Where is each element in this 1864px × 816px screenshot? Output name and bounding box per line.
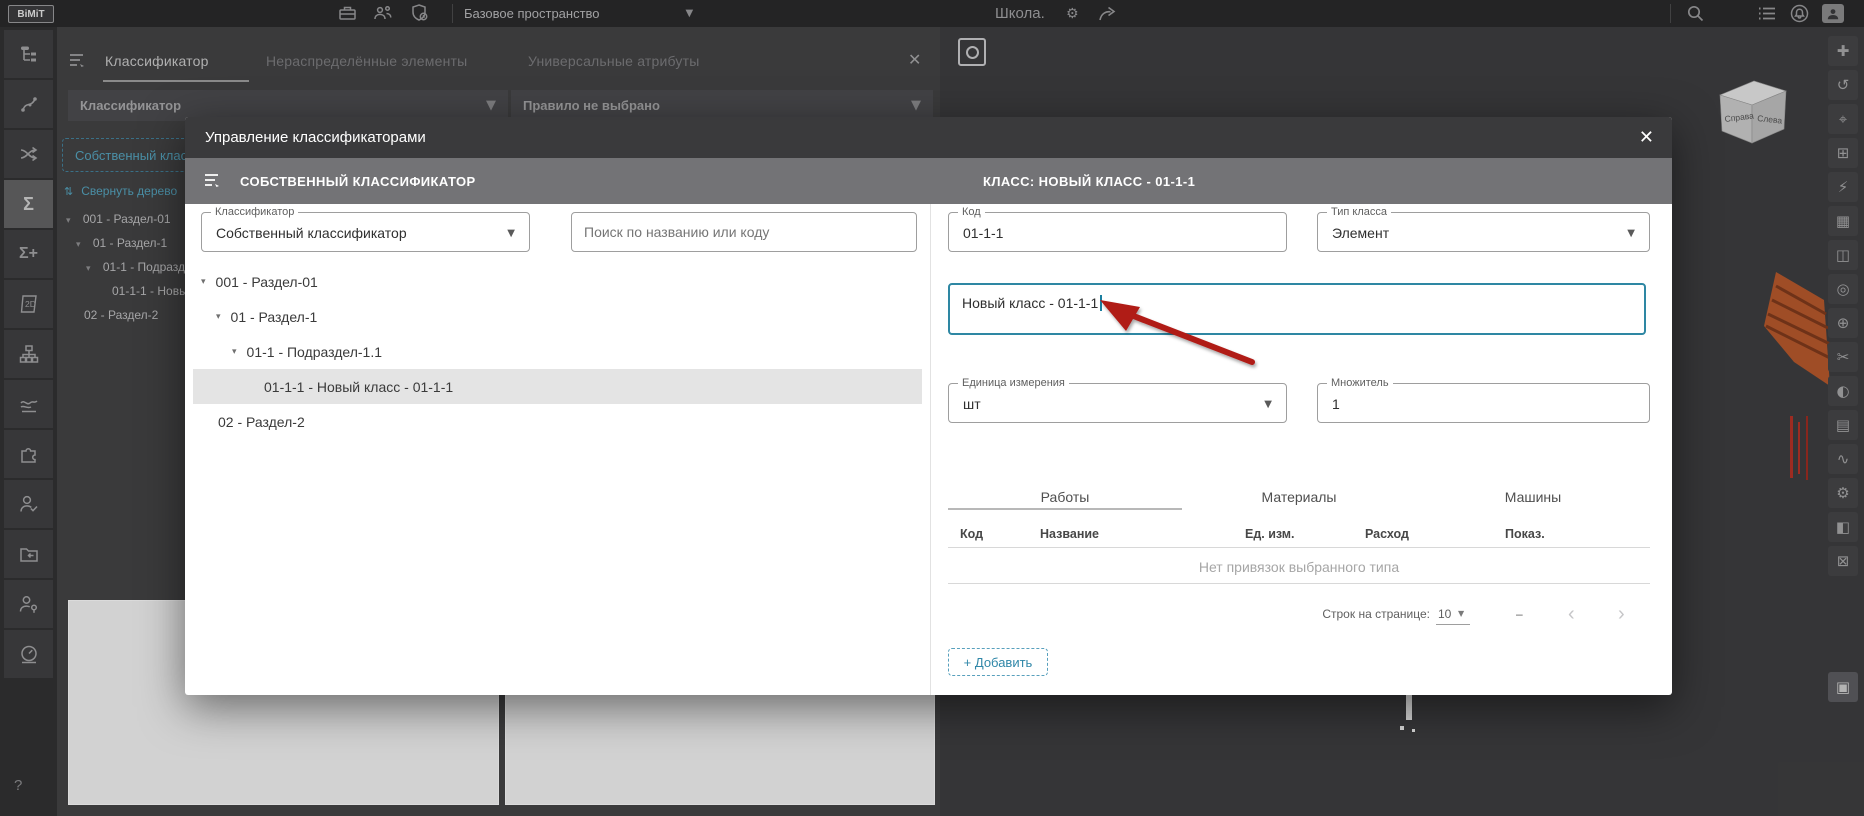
left-section-header: СОБСТВЕННЫЙ КЛАССИФИКАТОР — [240, 174, 476, 189]
rows-per-page-label: Строк на странице: — [1322, 607, 1430, 621]
class-name-value: Новый класс - 01-1-1 — [962, 295, 1099, 311]
modal-tree-item[interactable]: ▾ 01-1 - Подраздел-1.1 — [232, 334, 382, 369]
code-field-label: Код — [958, 206, 985, 219]
class-type-label: Тип класса — [1327, 206, 1391, 219]
tab-machines[interactable]: Машины — [1416, 489, 1650, 505]
modal-tree-item-selected[interactable]: 01-1-1 - Новый класс - 01-1-1 — [193, 369, 922, 404]
column-divider — [930, 204, 931, 695]
tab-works[interactable]: Работы — [948, 489, 1182, 505]
app-window: BiMiT Базовое пространство ▼ Школа. ⚙ Σ … — [0, 0, 1864, 816]
modal-subheader: СОБСТВЕННЫЙ КЛАССИФИКАТОР КЛАСС: НОВЫЙ К… — [185, 158, 1672, 204]
col-header-name: Название — [1040, 527, 1100, 541]
multiplier-field[interactable]: Множитель 1 — [1317, 377, 1650, 423]
prev-page-button[interactable]: ‹ — [1568, 604, 1575, 624]
tree-expand-icon[interactable]: ▾ — [201, 277, 206, 287]
tree-item-label: 01 - Раздел-1 — [230, 308, 318, 325]
empty-state-text: Нет привязок выбранного типа — [1198, 559, 1400, 575]
classifier-select[interactable]: Классификатор Собственный классификатор … — [201, 206, 530, 252]
chevron-down-icon: ▼ — [507, 228, 515, 239]
classifier-select-label: Классификатор — [211, 206, 299, 219]
classifier-select-value: Собственный классификатор — [216, 225, 407, 241]
class-section-header: КЛАСС: НОВЫЙ КЛАСС - 01-1-1 — [983, 174, 1196, 189]
tab-materials[interactable]: Материалы — [1182, 489, 1416, 505]
tree-item-label: 01-1-1 - Новый класс - 01-1-1 — [264, 378, 454, 395]
col-header-consumption: Расход — [1365, 527, 1409, 541]
search-input[interactable] — [571, 212, 917, 252]
modal-close-icon[interactable]: ✕ — [1639, 127, 1654, 148]
class-type-value: Элемент — [1332, 225, 1390, 241]
tree-item-label: 02 - Раздел-2 — [218, 413, 305, 430]
tree-expand-icon[interactable]: ▾ — [232, 347, 237, 357]
modal-title: Управление классификаторами — [205, 129, 426, 146]
table-header-divider — [948, 547, 1650, 548]
col-header-code: Код — [960, 527, 984, 541]
add-binding-button[interactable]: + Добавить — [948, 648, 1048, 676]
multiplier-value: 1 — [1332, 396, 1340, 412]
rows-select-underline — [1436, 624, 1470, 625]
chevron-down-icon[interactable]: ▼ — [1458, 609, 1464, 618]
col-header-unit: Ед. изм. — [1245, 527, 1295, 541]
class-type-select[interactable]: Тип класса Элемент ▼ — [1317, 206, 1650, 252]
multiplier-label: Множитель — [1327, 377, 1393, 390]
table-bottom-divider — [948, 583, 1650, 584]
modal-menu-icon[interactable] — [203, 172, 223, 195]
tree-item-label: 001 - Раздел-01 — [215, 273, 318, 290]
next-page-button[interactable]: › — [1618, 604, 1625, 624]
col-header-indicator: Показ. — [1505, 527, 1545, 541]
chevron-down-icon: ▼ — [1264, 399, 1272, 410]
unit-value: шт — [963, 396, 981, 412]
page-range: – — [1516, 607, 1523, 621]
modal-tree-item[interactable]: 02 - Раздел-2 — [218, 404, 305, 439]
works-tab-underline — [948, 508, 1182, 510]
code-field-value: 01-1-1 — [963, 225, 1004, 241]
unit-select[interactable]: Единица измерения шт ▼ — [948, 377, 1287, 423]
modal-title-bar: Управление классификаторами ✕ — [185, 117, 1672, 158]
tree-expand-icon[interactable]: ▾ — [216, 312, 221, 322]
unit-label: Единица измерения — [958, 377, 1069, 390]
modal-tree-item[interactable]: ▾ 01 - Раздел-1 — [216, 299, 317, 334]
chevron-down-icon: ▼ — [1627, 228, 1635, 239]
code-field[interactable]: Код 01-1-1 — [948, 206, 1287, 252]
tree-item-label: 01-1 - Подраздел-1.1 — [246, 343, 383, 360]
classifier-management-modal: Управление классификаторами ✕ СОБСТВЕННЫ… — [185, 117, 1672, 695]
class-name-input[interactable]: Новый класс - 01-1-1 — [948, 283, 1646, 335]
text-cursor — [1100, 295, 1102, 311]
modal-tree-item[interactable]: ▾ 001 - Раздел-01 — [201, 264, 318, 299]
rows-per-page-select[interactable]: 10 — [1438, 607, 1451, 621]
